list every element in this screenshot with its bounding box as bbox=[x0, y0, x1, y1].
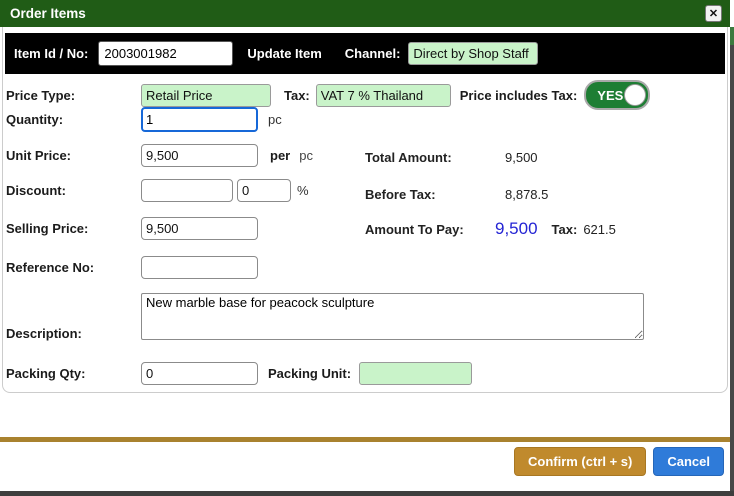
unit-price-row: Unit Price: per pc bbox=[6, 143, 313, 167]
selling-price-label: Selling Price: bbox=[6, 220, 89, 236]
quantity-input[interactable] bbox=[141, 106, 258, 132]
cancel-button[interactable]: Cancel bbox=[653, 447, 724, 476]
tax-input[interactable] bbox=[315, 83, 451, 107]
item-id-label: Item Id / No: bbox=[14, 46, 89, 61]
unit-price-label: Unit Price: bbox=[6, 147, 72, 163]
item-id-input[interactable] bbox=[98, 41, 234, 66]
close-icon: ✕ bbox=[708, 8, 719, 20]
channel-label: Channel: bbox=[344, 46, 401, 61]
page-behind-right-strip bbox=[730, 0, 734, 496]
discount-percent-input[interactable] bbox=[237, 178, 291, 202]
unit-price-unit-label: pc bbox=[299, 147, 313, 163]
before-tax-row: Before Tax: 8,878.5 bbox=[365, 182, 548, 206]
unit-price-input[interactable] bbox=[141, 143, 258, 167]
before-tax-label: Before Tax: bbox=[365, 186, 436, 202]
toggle-knob bbox=[624, 84, 647, 106]
amount-to-pay-value: 9,500 bbox=[495, 219, 538, 238]
packing-row: Packing Qty: Packing Unit: bbox=[6, 361, 473, 385]
quantity-label: Quantity: bbox=[6, 111, 64, 127]
packing-qty-label: Packing Qty: bbox=[6, 365, 86, 381]
quantity-unit-label: pc bbox=[268, 111, 282, 127]
discount-label: Discount: bbox=[6, 182, 66, 198]
item-bar: Item Id / No: Update Item Channel: bbox=[5, 33, 725, 74]
packing-unit-input[interactable] bbox=[359, 361, 473, 385]
footer-buttons: Confirm (ctrl + s) Cancel bbox=[0, 447, 730, 476]
toggle-state-label: YES bbox=[597, 87, 624, 103]
discount-amount-input[interactable] bbox=[141, 178, 233, 202]
per-label: per bbox=[270, 147, 291, 163]
price-type-label: Price Type: bbox=[6, 87, 76, 103]
price-includes-tax-toggle[interactable]: YES bbox=[584, 80, 651, 110]
amount-to-pay-label: Amount To Pay: bbox=[365, 221, 464, 237]
total-amount-row: Total Amount: 9,500 bbox=[365, 145, 538, 169]
total-amount-label: Total Amount: bbox=[365, 149, 452, 165]
reference-no-input[interactable] bbox=[141, 255, 258, 279]
selling-price-input[interactable] bbox=[141, 216, 258, 240]
page-title: Order Items bbox=[10, 6, 86, 21]
footer-separator bbox=[0, 437, 730, 442]
price-type-row: Price Type: Tax: Price includes Tax: YES bbox=[6, 80, 651, 110]
quantity-row: Quantity: pc bbox=[6, 106, 282, 132]
price-type-input[interactable] bbox=[141, 83, 271, 107]
title-bar: Order Items ✕ bbox=[0, 0, 730, 27]
price-includes-tax-label: Price includes Tax: bbox=[459, 87, 578, 103]
amount-to-pay-row: Amount To Pay: 9,500 Tax: 621.5 bbox=[365, 217, 616, 241]
discount-row: Discount: % bbox=[6, 178, 309, 202]
packing-qty-input[interactable] bbox=[141, 361, 258, 385]
tax-label: Tax: bbox=[284, 87, 310, 103]
update-item-label: Update Item bbox=[247, 46, 322, 61]
description-label: Description: bbox=[6, 326, 82, 341]
page-behind-bottom-strip bbox=[0, 491, 734, 496]
reference-no-label: Reference No: bbox=[6, 259, 95, 275]
amount-tax-value: 621.5 bbox=[583, 221, 616, 237]
percent-sign-label: % bbox=[297, 182, 309, 198]
selling-price-row: Selling Price: bbox=[6, 216, 258, 240]
total-amount-value: 9,500 bbox=[505, 149, 538, 165]
before-tax-value: 8,878.5 bbox=[505, 186, 549, 202]
description-textarea[interactable]: New marble base for peacock sculpture bbox=[141, 293, 644, 340]
confirm-button[interactable]: Confirm (ctrl + s) bbox=[513, 447, 647, 476]
close-button[interactable]: ✕ bbox=[705, 5, 722, 22]
reference-no-row: Reference No: bbox=[6, 255, 258, 279]
order-items-modal: Order Items ✕ Item Id / No: Update Item … bbox=[0, 0, 730, 491]
amount-tax-label: Tax: bbox=[551, 221, 578, 237]
channel-input[interactable] bbox=[408, 42, 539, 65]
packing-unit-label: Packing Unit: bbox=[268, 365, 352, 381]
